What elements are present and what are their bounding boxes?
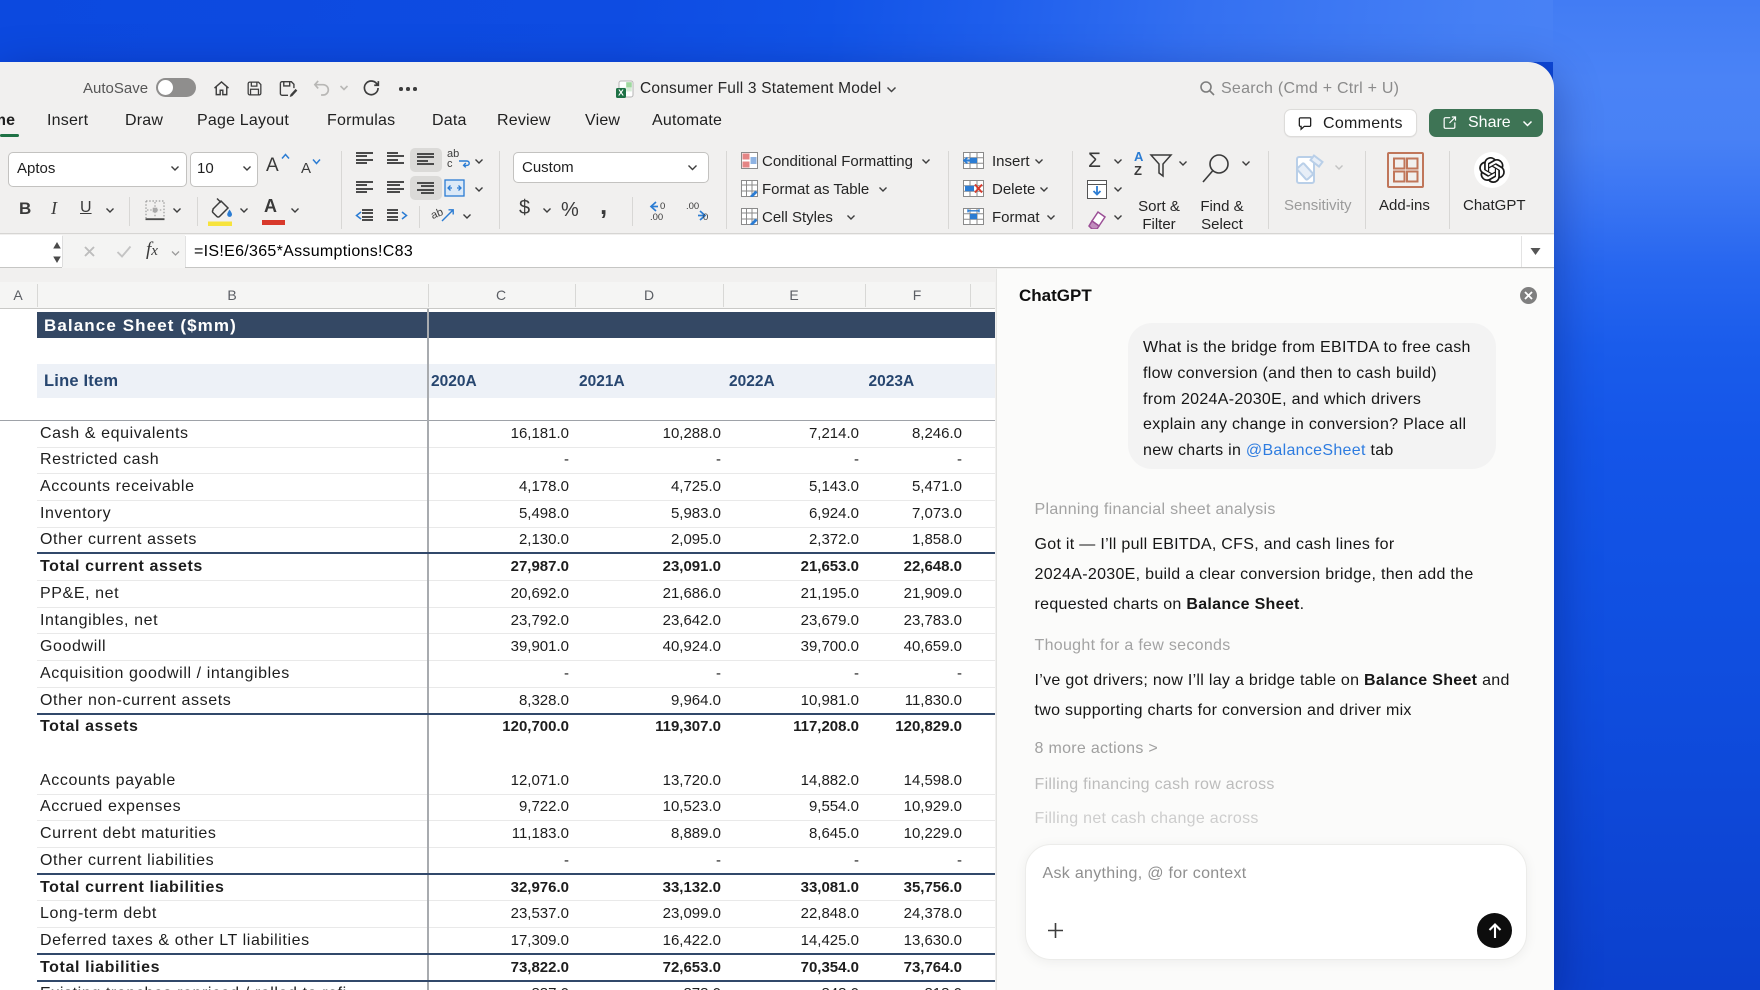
svg-text:X: X [618,88,624,98]
svg-text:0: 0 [660,201,665,212]
svg-text:0: 0 [703,212,708,222]
svg-text:.00: .00 [686,201,699,212]
svg-text:.00: .00 [650,212,663,222]
